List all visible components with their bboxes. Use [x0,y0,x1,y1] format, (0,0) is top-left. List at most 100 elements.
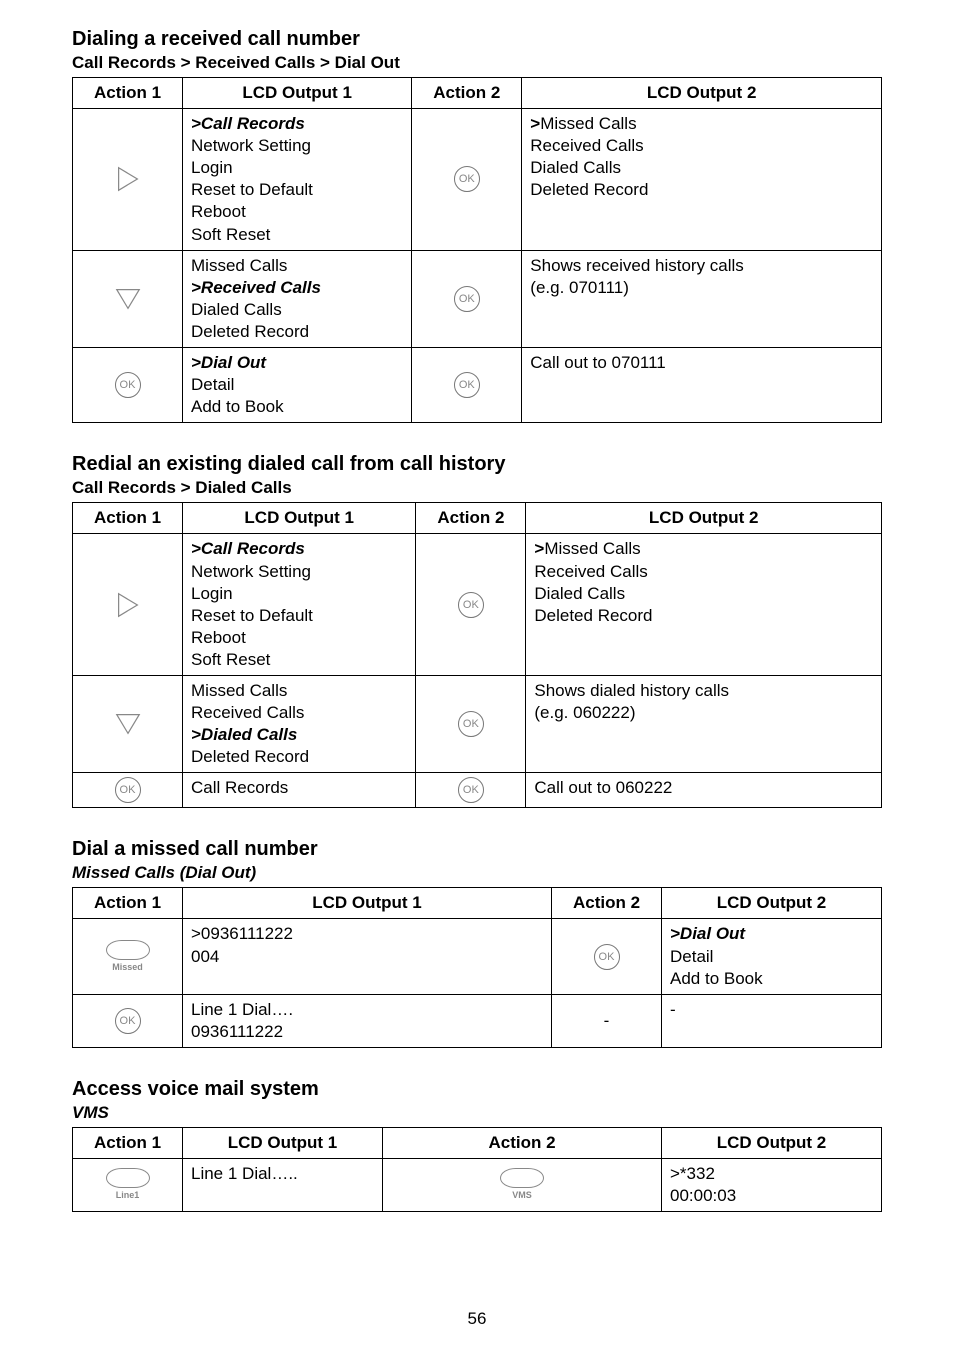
cell-text: Reset to Default [191,180,313,199]
table-row: OK >Dial Out Detail Add to Book OK Call … [73,348,882,423]
cell-text: Detail [670,947,713,966]
ok-icon: OK [115,1008,141,1034]
cell-text: Missed Calls [544,539,640,558]
sec3-table: Action 1 LCD Output 1 Action 2 LCD Outpu… [72,887,882,1048]
cell-text: Line 1 Dial…. [191,1000,293,1019]
sec1-th-a2: Action 2 [412,78,522,109]
page-number: 56 [0,1309,954,1329]
table-row: OK Call Records OK Call out to 060222 [73,773,882,808]
table-row: Missed >0936111222 004 OK >Dial Out Deta… [73,919,882,994]
triangle-right-icon [113,164,143,194]
cell-text: Shows received history calls [530,256,744,275]
ok-icon: OK [115,372,141,398]
ok-icon: OK [454,286,480,312]
cell-text: >0936111222 [191,924,293,943]
cell-text: 004 [191,947,219,966]
cell-text: (e.g. 070111) [530,278,629,297]
cell-text: Reset to Default [191,606,313,625]
sec4-th-o1: LCD Output 1 [183,1127,383,1158]
cell-text: Add to Book [191,397,284,416]
cell-text: Deleted Record [191,747,309,766]
cell-text: >Dialed Calls [191,725,297,744]
key-label: Line1 [106,1190,150,1202]
cell-text: > [534,539,544,558]
sec4-subtitle: VMS [72,1103,882,1123]
cell-text: Detail [191,375,234,394]
sec2-table: Action 1 LCD Output 1 Action 2 LCD Outpu… [72,502,882,808]
ok-icon: OK [454,166,480,192]
sec1-th-a1: Action 1 [73,78,183,109]
ok-icon: OK [458,777,484,803]
sec2-title: Redial an existing dialed call from call… [72,453,882,476]
sec1-th-o2: LCD Output 2 [522,78,882,109]
sec2-th-o1: LCD Output 1 [183,503,416,534]
sec3-th-a1: Action 1 [73,888,183,919]
cell-text: Deleted Record [191,322,309,341]
cell-text: >Call Records [191,539,305,558]
line1-key-icon: Line1 [106,1168,150,1202]
triangle-down-icon [113,284,143,314]
cell-text: >Received Calls [191,278,321,297]
table-row: Line1 Line 1 Dial….. VMS >*332 00:00:03 [73,1159,882,1212]
cell-text: Reboot [191,202,246,221]
cell-text: >Call Records [191,114,305,133]
cell-text: Received Calls [534,562,647,581]
sec2-th-o2: LCD Output 2 [526,503,882,534]
cell-text: Login [191,158,233,177]
cell-text: Soft Reset [191,225,270,244]
cell-text: Received Calls [191,703,304,722]
cell-text: Soft Reset [191,650,270,669]
cell-text: Missed Calls [540,114,636,133]
sec4-th-a1: Action 1 [73,1127,183,1158]
cell-text: (e.g. 060222) [534,703,635,722]
sec2-th-a1: Action 1 [73,503,183,534]
cell-text: Network Setting [191,562,311,581]
cell-text: Missed Calls [191,256,287,275]
sec3-subtitle: Missed Calls (Dial Out) [72,863,882,883]
cell-text: >Dial Out [191,353,266,372]
cell-text: Dialed Calls [534,584,625,603]
cell-text: Received Calls [530,136,643,155]
sec4-title: Access voice mail system [72,1078,882,1101]
cell-text: > [530,114,540,133]
triangle-down-icon [113,709,143,739]
key-label: VMS [500,1190,544,1202]
sec4-th-a2: Action 2 [383,1127,662,1158]
sec4-th-o2: LCD Output 2 [662,1127,882,1158]
sec3-th-o2: LCD Output 2 [662,888,882,919]
key-label: Missed [106,962,150,974]
cell-text: Dialed Calls [530,158,621,177]
missed-key-icon: Missed [106,940,150,974]
cell-text: 0936111222 [191,1022,283,1041]
cell-text: Deleted Record [534,606,652,625]
sec1-th-o1: LCD Output 1 [183,78,412,109]
sec1-table: Action 1 LCD Output 1 Action 2 LCD Outpu… [72,77,882,423]
cell-text: 00:00:03 [670,1186,736,1205]
sec3-th-o1: LCD Output 1 [183,888,552,919]
cell-text: Call out to 060222 [534,778,672,797]
sec4-table: Action 1 LCD Output 1 Action 2 LCD Outpu… [72,1127,882,1212]
sec1-title: Dialing a received call number [72,28,882,51]
cell-text: Add to Book [670,969,763,988]
cell-text: >*332 [670,1164,715,1183]
cell-text: Reboot [191,628,246,647]
sec1-subtitle: Call Records > Received Calls > Dial Out [72,53,882,73]
cell-text: Call out to 070111 [530,353,665,372]
cell-text: Call Records [191,778,288,797]
cell-text: Missed Calls [191,681,287,700]
cell-text: Line 1 Dial….. [191,1164,298,1183]
cell-text: Network Setting [191,136,311,155]
ok-icon: OK [458,592,484,618]
table-row: OK Line 1 Dial…. 0936111222 - - [73,994,882,1047]
cell-text: Shows dialed history calls [534,681,729,700]
ok-icon: OK [594,944,620,970]
ok-icon: OK [458,711,484,737]
triangle-right-icon [113,590,143,620]
table-row: Missed Calls >Received Calls Dialed Call… [73,250,882,347]
cell-text: Deleted Record [530,180,648,199]
sec3-title: Dial a missed call number [72,838,882,861]
cell-text: Dialed Calls [191,300,282,319]
table-row: Missed Calls Received Calls >Dialed Call… [73,675,882,772]
ok-icon: OK [454,372,480,398]
cell-text: Login [191,584,233,603]
